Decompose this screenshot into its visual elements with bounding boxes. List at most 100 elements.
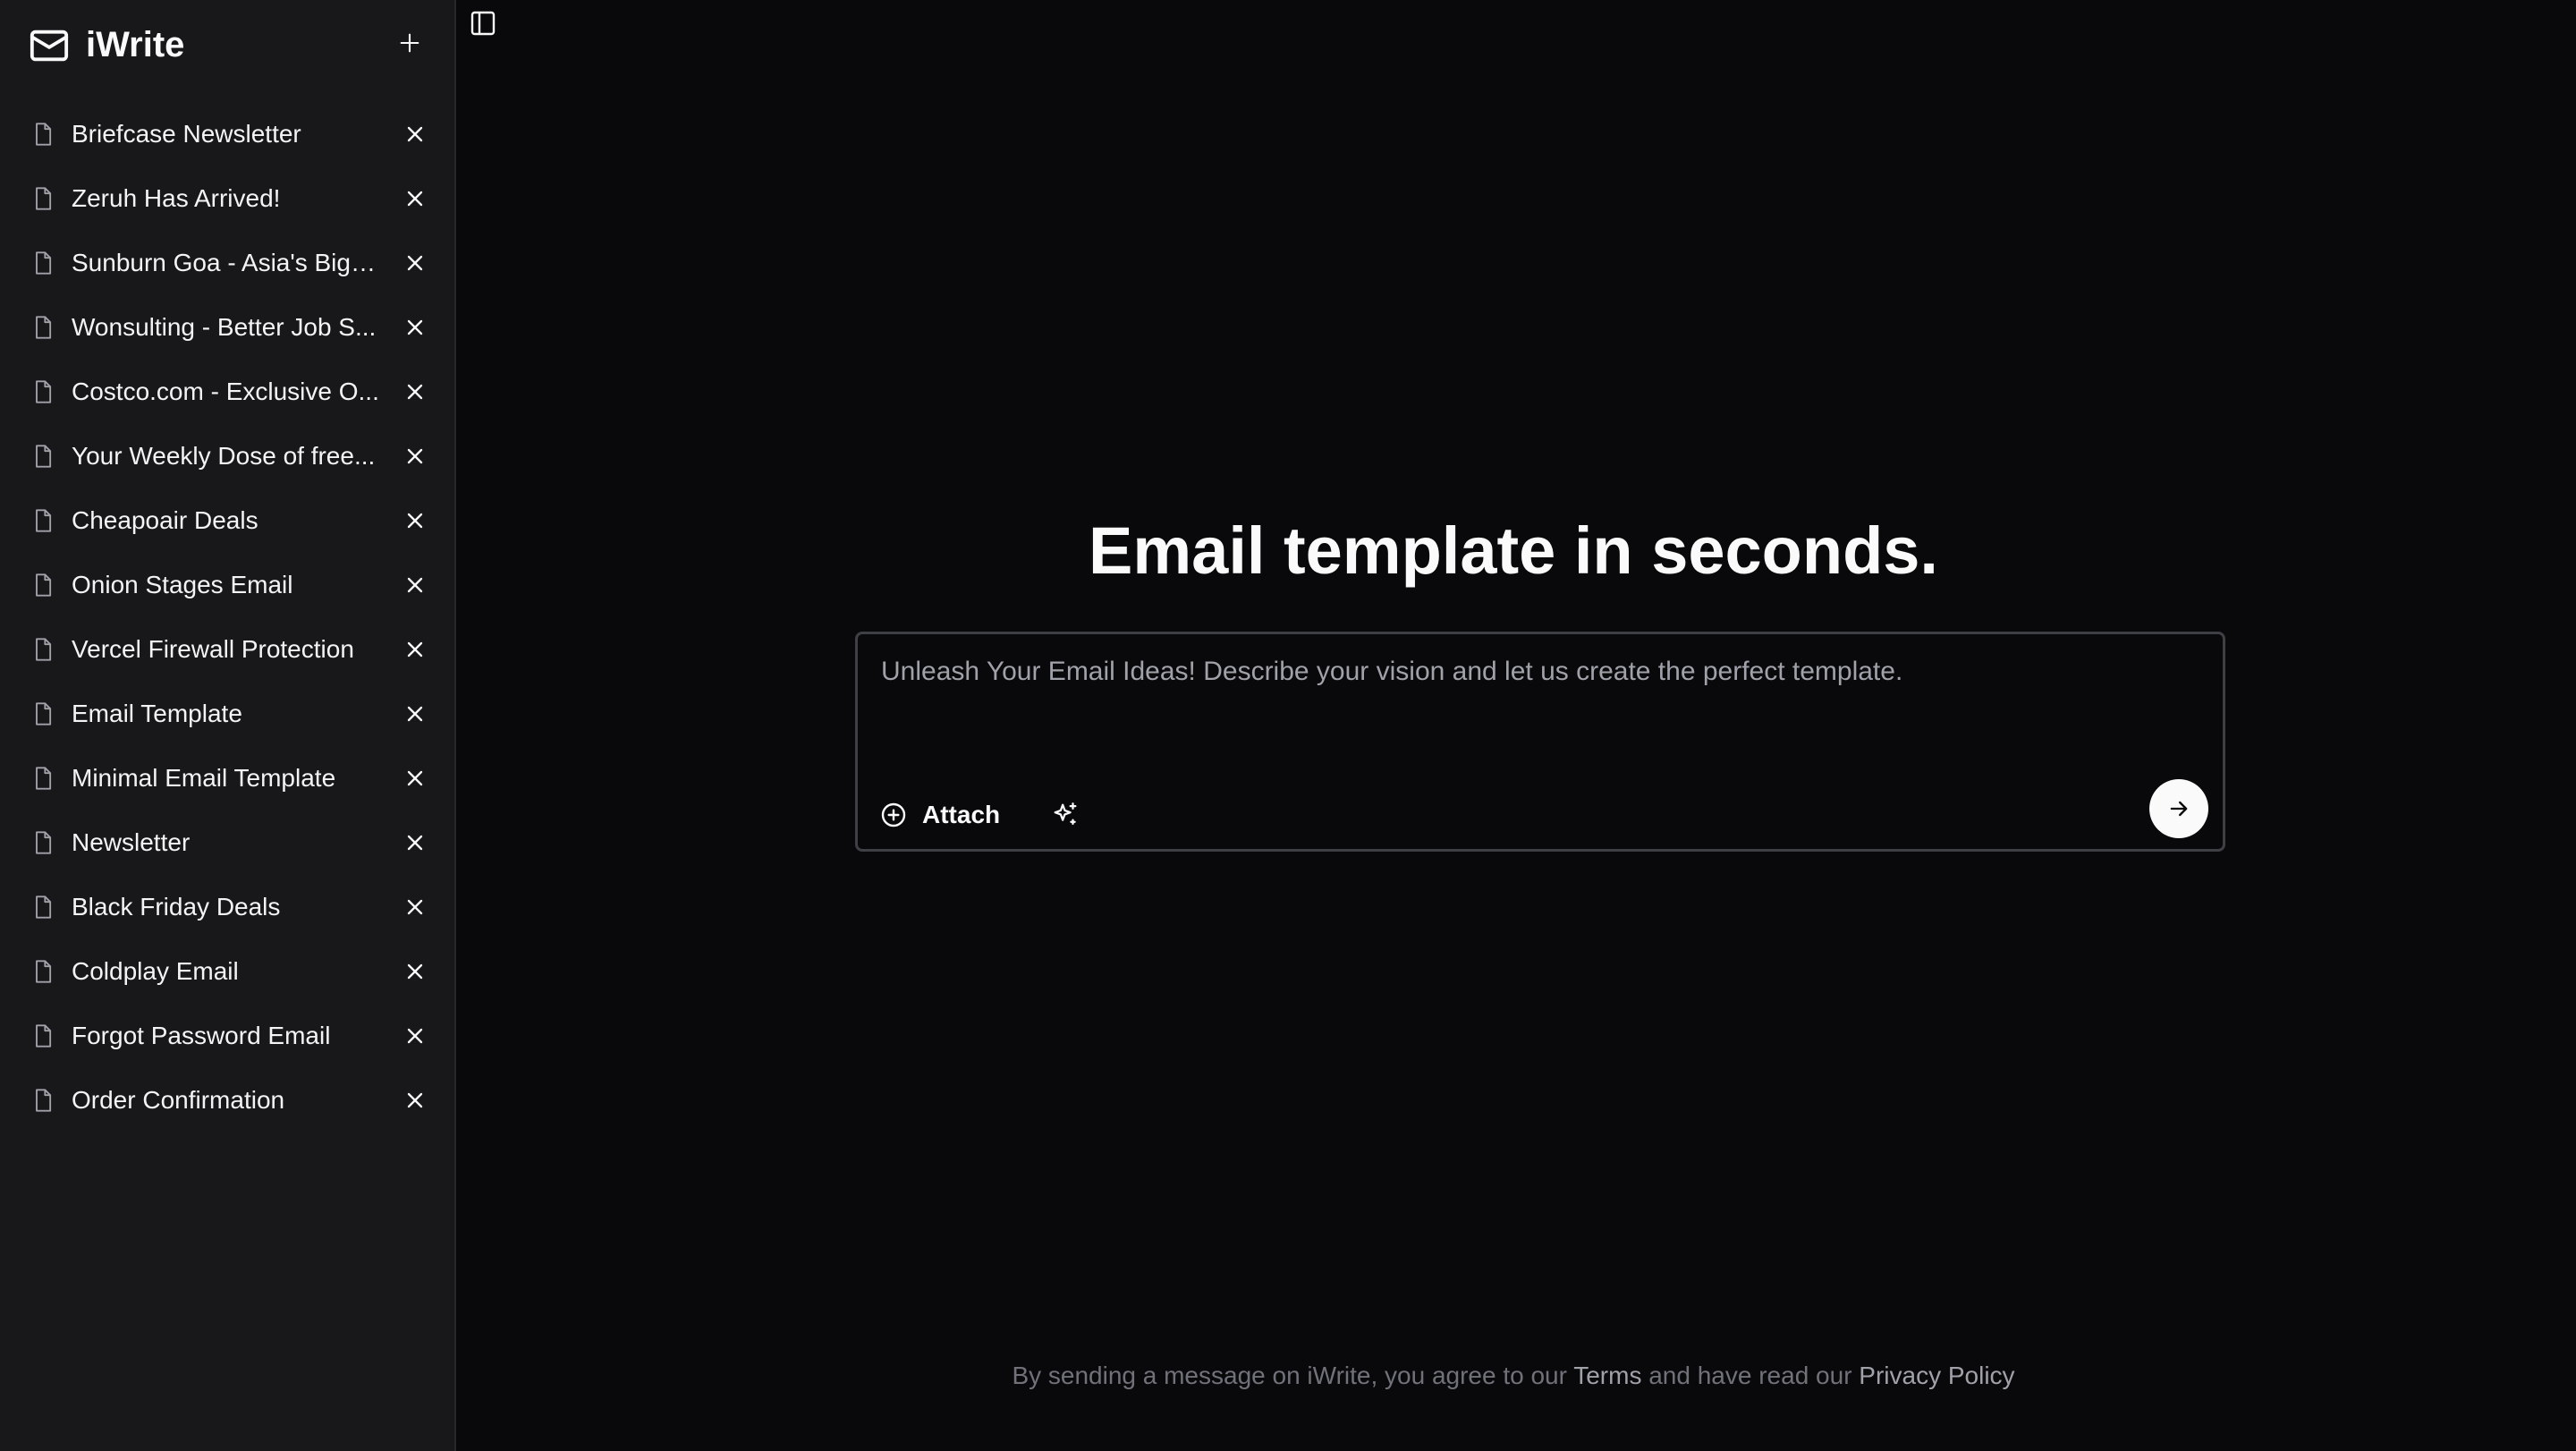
delete-document-button[interactable] bbox=[401, 442, 429, 471]
sidebar-document-item[interactable]: Onion Stages Email bbox=[0, 553, 456, 617]
sidebar-document-item[interactable]: Minimal Email Template bbox=[0, 746, 456, 810]
delete-document-button[interactable] bbox=[401, 120, 429, 148]
sidebar-document-label: Wonsulting - Better Job S... bbox=[72, 313, 377, 341]
sidebar-document-item[interactable]: Order Confirmation bbox=[0, 1068, 456, 1133]
sidebar-document-label: Your Weekly Dose of free... bbox=[72, 442, 376, 470]
delete-document-button[interactable] bbox=[401, 506, 429, 535]
delete-document-button[interactable] bbox=[401, 828, 429, 857]
sidebar-document-item[interactable]: Cheapoair Deals bbox=[0, 488, 456, 553]
sidebar-document-label: Sunburn Goa - Asia's Bigg... bbox=[72, 249, 385, 276]
close-icon bbox=[407, 191, 423, 207]
attach-label: Attach bbox=[922, 801, 1001, 828]
file-icon bbox=[36, 380, 52, 403]
sidebar-document-item[interactable]: Your Weekly Dose of free... bbox=[0, 424, 456, 488]
close-icon bbox=[407, 126, 423, 142]
sidebar-document-item[interactable]: Briefcase Newsletter bbox=[0, 102, 456, 166]
delete-document-button[interactable] bbox=[401, 635, 429, 664]
file-icon bbox=[36, 316, 52, 339]
mail-icon bbox=[30, 30, 69, 62]
sidebar-document-label: Vercel Firewall Protection bbox=[72, 635, 354, 663]
file-icon bbox=[36, 187, 52, 210]
terms-link[interactable]: Terms bbox=[1573, 1362, 1641, 1389]
document-list: Briefcase Newsletter Zeruh Has Arrived! Su… bbox=[0, 102, 456, 1133]
legal-prefix: By sending a message on iWrite, you agre… bbox=[1012, 1362, 1574, 1389]
sidebar-document-item[interactable]: Forgot Password Email bbox=[0, 1004, 456, 1068]
legal-middle: and have read our bbox=[1641, 1362, 1860, 1389]
attach-button[interactable]: Attach bbox=[879, 793, 1000, 836]
sidebar-document-label: Newsletter bbox=[72, 828, 191, 856]
sidebar-document-label: Briefcase Newsletter bbox=[72, 120, 301, 148]
delete-document-button[interactable] bbox=[401, 764, 429, 793]
close-icon bbox=[407, 577, 423, 593]
sidebar-document-item[interactable]: Vercel Firewall Protection bbox=[0, 617, 456, 682]
new-document-button[interactable] bbox=[390, 23, 429, 63]
close-icon bbox=[407, 1028, 423, 1044]
close-icon bbox=[407, 899, 423, 915]
sidebar-document-item[interactable]: Wonsulting - Better Job S... bbox=[0, 295, 456, 360]
sidebar-document-item[interactable]: Costco.com - Exclusive O... bbox=[0, 360, 456, 424]
app-name: iWrite bbox=[86, 25, 185, 64]
delete-document-button[interactable] bbox=[401, 184, 429, 213]
file-icon bbox=[36, 767, 52, 790]
close-icon bbox=[407, 706, 423, 722]
prompt-input[interactable] bbox=[858, 634, 2223, 774]
sidebar-header: iWrite bbox=[0, 0, 456, 89]
sidebar-document-label: Minimal Email Template bbox=[72, 764, 336, 792]
delete-document-button[interactable] bbox=[401, 893, 429, 921]
sidebar-document-item[interactable]: Zeruh Has Arrived! bbox=[0, 166, 456, 231]
delete-document-button[interactable] bbox=[401, 957, 429, 986]
enhance-prompt-button[interactable] bbox=[1046, 795, 1085, 835]
close-icon bbox=[407, 1092, 423, 1108]
plus-circle-icon bbox=[881, 802, 906, 827]
sidebar-document-label: Cheapoair Deals bbox=[72, 506, 258, 534]
sidebar-document-label: Black Friday Deals bbox=[72, 893, 281, 921]
file-icon bbox=[36, 573, 52, 597]
send-button[interactable] bbox=[2149, 779, 2208, 838]
file-icon bbox=[36, 638, 52, 661]
sidebar-document-item[interactable]: Black Friday Deals bbox=[0, 875, 456, 939]
delete-document-button[interactable] bbox=[401, 313, 429, 342]
sidebar-document-item[interactable]: Newsletter bbox=[0, 810, 456, 875]
sidebar-toggle-icon bbox=[470, 11, 496, 36]
sidebar-document-label: Zeruh Has Arrived! bbox=[72, 184, 281, 212]
file-icon bbox=[36, 1024, 52, 1048]
sidebar-document-label: Order Confirmation bbox=[72, 1086, 285, 1114]
sparkles-icon bbox=[1054, 802, 1077, 826]
page-title: Email template in seconds. bbox=[1089, 513, 1938, 588]
sidebar-document-label: Onion Stages Email bbox=[72, 571, 293, 598]
delete-document-button[interactable] bbox=[401, 571, 429, 599]
close-icon bbox=[407, 448, 423, 464]
delete-document-button[interactable] bbox=[401, 378, 429, 406]
sidebar-toggle-button[interactable] bbox=[467, 7, 499, 39]
privacy-policy-link[interactable]: Privacy Policy bbox=[1859, 1362, 2014, 1389]
sidebar: iWrite Briefcase Newsletter Zeruh Has Arr… bbox=[0, 0, 456, 1451]
close-icon bbox=[407, 835, 423, 851]
close-icon bbox=[407, 319, 423, 335]
delete-document-button[interactable] bbox=[401, 1022, 429, 1050]
main-area: Email template in seconds. Attach bbox=[458, 0, 2576, 1451]
close-icon bbox=[407, 255, 423, 271]
arrow-right-icon bbox=[2170, 801, 2188, 817]
file-icon bbox=[36, 445, 52, 468]
file-icon bbox=[36, 509, 52, 532]
delete-document-button[interactable] bbox=[401, 249, 429, 277]
file-icon bbox=[36, 1089, 52, 1112]
sidebar-document-item[interactable]: Coldplay Email bbox=[0, 939, 456, 1004]
sidebar-document-label: Coldplay Email bbox=[72, 957, 239, 985]
sidebar-document-item[interactable]: Email Template bbox=[0, 682, 456, 746]
file-icon bbox=[36, 831, 52, 854]
file-icon bbox=[36, 123, 52, 146]
sidebar-document-label: Email Template bbox=[72, 700, 242, 727]
legal-notice: By sending a message on iWrite, you agre… bbox=[458, 1360, 2569, 1392]
close-icon bbox=[407, 384, 423, 400]
app-window: iWrite Briefcase Newsletter Zeruh Has Arr… bbox=[0, 0, 2576, 1451]
delete-document-button[interactable] bbox=[401, 1086, 429, 1115]
delete-document-button[interactable] bbox=[401, 700, 429, 728]
close-icon bbox=[407, 963, 423, 980]
file-icon bbox=[36, 251, 52, 275]
file-icon bbox=[36, 895, 52, 919]
close-icon bbox=[407, 770, 423, 786]
close-icon bbox=[407, 641, 423, 658]
prompt-composer: Attach bbox=[855, 632, 2225, 852]
sidebar-document-item[interactable]: Sunburn Goa - Asia's Bigg... bbox=[0, 231, 456, 295]
